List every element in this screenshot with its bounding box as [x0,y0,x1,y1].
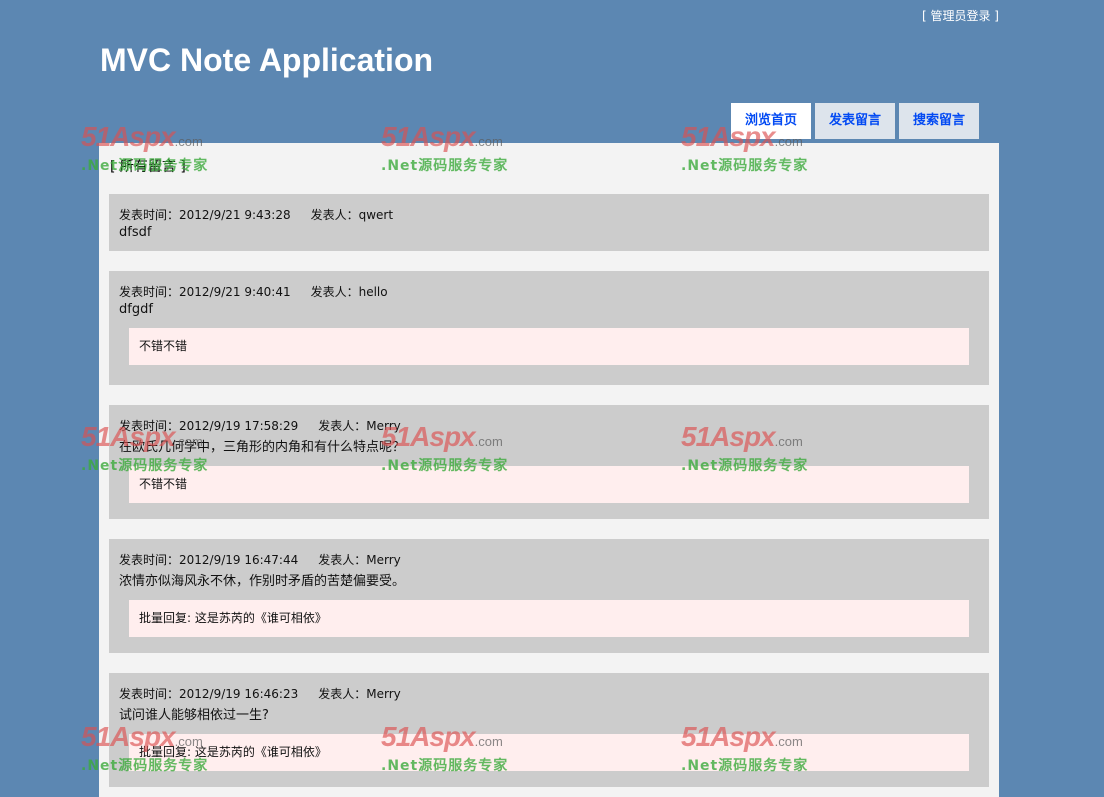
note-time: 发表时间：2012/9/19 16:46:23 [119,687,299,701]
menu-post-note[interactable]: 发表留言 [815,103,896,139]
note-meta: 发表时间：2012/9/19 16:47:44 发表人：Merry [119,551,979,568]
note-meta: 发表时间：2012/9/21 9:40:41 发表人：hello [119,283,979,300]
main-menu: 浏览首页 发表留言 搜索留言 [731,103,980,139]
note-author: 发表人：Merry [318,419,401,433]
note-content: 试问谁人能够相依过一生? [119,708,269,723]
menu-search-note[interactable]: 搜索留言 [899,103,980,139]
note-content: dfsdf [119,225,152,240]
note-item: 发表时间：2012/9/19 17:58:29 发表人：Merry 在欧氏几何学中… [109,405,989,519]
note-author: 发表人：Merry [318,687,401,701]
main-content: [ 所有留言 ] 发表时间：2012/9/21 9:43:28 发表人：qwert… [99,143,999,797]
note-item: 发表时间：2012/9/19 16:47:44 发表人：Merry 浓情亦似海风永… [109,539,989,653]
note-item: 发表时间：2012/9/21 9:40:41 发表人：hello dfgdf 不错… [109,271,989,385]
note-reply: 不错不错 [129,328,969,365]
page: [ 管理员登录 ] MVC Note Application 浏览首页 发表留言… [0,0,1104,797]
note-time: 发表时间：2012/9/21 9:40:41 [119,285,291,299]
note-meta: 发表时间：2012/9/21 9:43:28 发表人：qwert [119,206,979,223]
note-reply: 批量回复: 这是苏芮的《谁可相依》 [129,734,969,771]
note-item: 发表时间：2012/9/19 16:46:23 发表人：Merry 试问谁人能够相… [109,673,989,787]
login-box: [ 管理员登录 ] [922,7,999,24]
menu-home[interactable]: 浏览首页 [731,103,812,139]
note-author: 发表人：hello [310,285,388,299]
note-author: 发表人：qwert [310,208,394,222]
note-author: 发表人：Merry [318,553,401,567]
note-time: 发表时间：2012/9/19 17:58:29 [119,419,299,433]
note-meta: 发表时间：2012/9/19 16:46:23 发表人：Merry [119,685,979,702]
note-time: 发表时间：2012/9/21 9:43:28 [119,208,291,222]
note-reply: 不错不错 [129,466,969,503]
note-content: 浓情亦似海风永不休，作别时矛盾的苦楚偏要受。 [119,574,406,589]
note-item: 发表时间：2012/9/21 9:43:28 发表人：qwert dfsdf [109,194,989,251]
note-reply: 批量回复: 这是苏芮的《谁可相依》 [129,600,969,637]
note-time: 发表时间：2012/9/19 16:47:44 [119,553,299,567]
note-content: dfgdf [119,302,153,317]
app-title: MVC Note Application [100,42,434,78]
admin-login-link[interactable]: [ 管理员登录 ] [922,9,999,23]
section-label: [ 所有留言 ] [110,159,186,175]
note-content: 在欧氏几何学中，三角形的内角和有什么特点呢？ [119,440,406,455]
note-meta: 发表时间：2012/9/19 17:58:29 发表人：Merry [119,417,979,434]
